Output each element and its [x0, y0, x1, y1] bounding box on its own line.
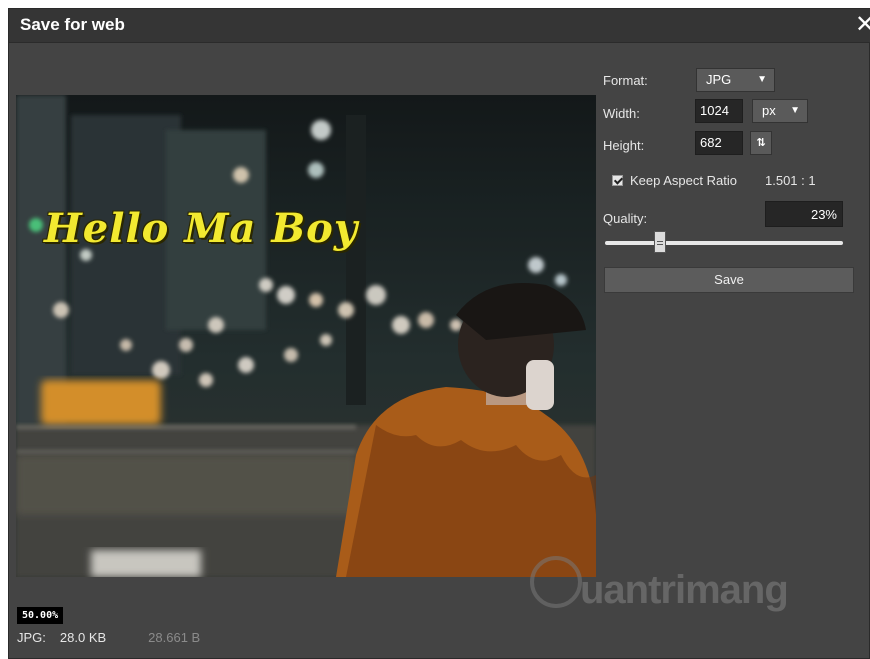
preview-photo: [16, 95, 596, 577]
dialog-title: Save for web: [20, 15, 125, 34]
format-label: Format:: [603, 73, 648, 88]
image-preview: Hello Ma Boy: [16, 95, 596, 577]
unit-dropdown[interactable]: px ▼: [752, 99, 808, 123]
keep-aspect-label: Keep Aspect Ratio: [630, 173, 737, 188]
quality-slider[interactable]: [605, 231, 843, 253]
chevron-down-icon: ▼: [757, 74, 767, 85]
overlay-text: Hello Ma Boy: [44, 205, 359, 252]
aspect-ratio-value: 1.501 : 1: [765, 173, 816, 188]
keep-aspect-checkbox[interactable]: [612, 175, 623, 186]
file-bytes: 28.661 B: [148, 630, 201, 645]
titlebar: Save for web ✕: [9, 9, 870, 43]
quality-input[interactable]: 23%: [765, 201, 843, 227]
watermark-text: uantrimang: [580, 568, 789, 612]
watermark-logo-icon: [530, 556, 582, 608]
file-size: 28.0 KB: [59, 630, 107, 645]
save-button[interactable]: Save: [604, 267, 854, 293]
format-value: JPG: [706, 72, 732, 87]
close-icon[interactable]: ✕: [855, 11, 870, 39]
file-format-label: JPG:: [17, 630, 46, 645]
chevron-down-icon: ▼: [790, 105, 800, 116]
height-input[interactable]: 682: [695, 131, 743, 155]
quality-slider-thumb[interactable]: [653, 231, 666, 253]
width-label: Width:: [603, 106, 640, 121]
swap-dimensions-icon[interactable]: ⇅: [750, 131, 772, 155]
quality-label: Quality:: [603, 211, 648, 226]
width-input[interactable]: 1024: [695, 99, 743, 123]
height-label: Height:: [603, 138, 645, 153]
zoom-level: 50.00%: [17, 607, 64, 624]
file-info: JPG: 28.0 KB 28.661 B: [17, 630, 214, 645]
unit-value: px: [762, 103, 776, 118]
format-dropdown[interactable]: JPG ▼: [696, 68, 775, 92]
